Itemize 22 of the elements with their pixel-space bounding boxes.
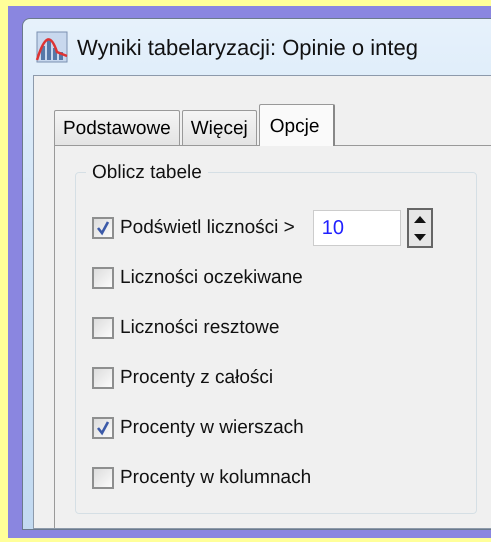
checkbox[interactable] (92, 267, 114, 289)
checkbox[interactable] (92, 467, 114, 489)
checkbox-label[interactable]: Liczności resztowe (120, 314, 280, 342)
up-arrow-icon (412, 214, 427, 224)
checkbox[interactable] (92, 367, 114, 389)
chart-app-icon (35, 30, 69, 64)
tab[interactable]: Podstawowe (54, 110, 180, 145)
tab[interactable]: Więcej (182, 110, 257, 145)
checkbox[interactable] (92, 317, 114, 339)
checkbox-label[interactable]: Procenty w wierszach (120, 414, 304, 442)
spin-up-button[interactable] (408, 210, 431, 228)
down-arrow-icon (412, 232, 427, 242)
checkbox-label[interactable]: Liczności oczekiwane (120, 264, 303, 292)
checkbox[interactable] (92, 217, 114, 239)
tab[interactable]: Opcje (258, 104, 336, 146)
checkbox[interactable] (92, 417, 114, 439)
checkbox-label[interactable]: Podświetl liczności > (120, 214, 295, 242)
checkbox-label[interactable]: Procenty z całości (120, 364, 274, 392)
number-field[interactable]: 10 (312, 210, 401, 246)
window-title: Wyniki tabelaryzacji: Opinie o integ (77, 34, 418, 62)
spin-down-button[interactable] (408, 228, 431, 246)
checkbox-label[interactable]: Procenty w kolumnach (120, 464, 312, 492)
